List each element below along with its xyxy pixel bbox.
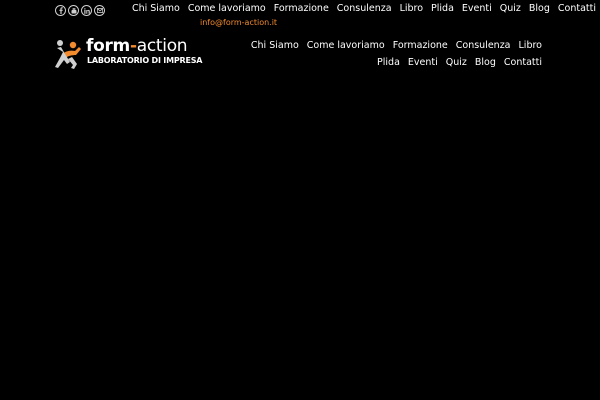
page: Chi Siamo Come lavoriamo Formazione Cons… — [0, 0, 600, 400]
top-nav-quiz[interactable]: Quiz — [500, 3, 521, 15]
main-nav-libro[interactable]: Libro — [519, 40, 542, 51]
top-nav-libro[interactable]: Libro — [400, 3, 423, 15]
social-links — [55, 5, 105, 16]
top-nav-blog[interactable]: Blog — [529, 3, 550, 15]
logo-figure-icon — [55, 40, 81, 69]
logo-title: form-action — [86, 36, 188, 56]
youtube-icon[interactable] — [68, 5, 79, 16]
logo-subtitle: LABORATORIO DI IMPRESA — [87, 56, 203, 65]
top-navigation: Chi Siamo Come lavoriamo Formazione Cons… — [132, 3, 596, 15]
main-nav-quiz[interactable]: Quiz — [446, 57, 467, 68]
top-nav-eventi[interactable]: Eventi — [462, 3, 492, 15]
main-navigation: Chi Siamo Come lavoriamo Formazione Cons… — [242, 40, 542, 68]
logo[interactable]: form-action LABORATORIO DI IMPRESA — [53, 36, 223, 70]
main-nav-come-lavoriamo[interactable]: Come lavoriamo — [307, 40, 385, 51]
top-nav-plida[interactable]: Plida — [431, 3, 454, 15]
top-nav-consulenza[interactable]: Consulenza — [337, 3, 392, 15]
main-nav-formazione[interactable]: Formazione — [393, 40, 448, 51]
linkedin-icon[interactable] — [81, 5, 92, 16]
main-nav-blog[interactable]: Blog — [475, 57, 496, 68]
main-nav-chi-siamo[interactable]: Chi Siamo — [251, 40, 299, 51]
main-nav-eventi[interactable]: Eventi — [408, 57, 438, 68]
top-nav-chi-siamo[interactable]: Chi Siamo — [132, 3, 180, 15]
email-link[interactable]: info@form-action.it — [200, 18, 277, 28]
top-nav-contatti[interactable]: Contatti — [558, 3, 596, 15]
top-nav-come-lavoriamo[interactable]: Come lavoriamo — [188, 3, 266, 15]
main-nav-consulenza[interactable]: Consulenza — [456, 40, 511, 51]
top-nav-formazione[interactable]: Formazione — [274, 3, 329, 15]
facebook-icon[interactable] — [55, 5, 66, 16]
main-nav-contatti[interactable]: Contatti — [504, 57, 542, 68]
email-icon[interactable] — [94, 5, 105, 16]
main-nav-plida[interactable]: Plida — [377, 57, 400, 68]
